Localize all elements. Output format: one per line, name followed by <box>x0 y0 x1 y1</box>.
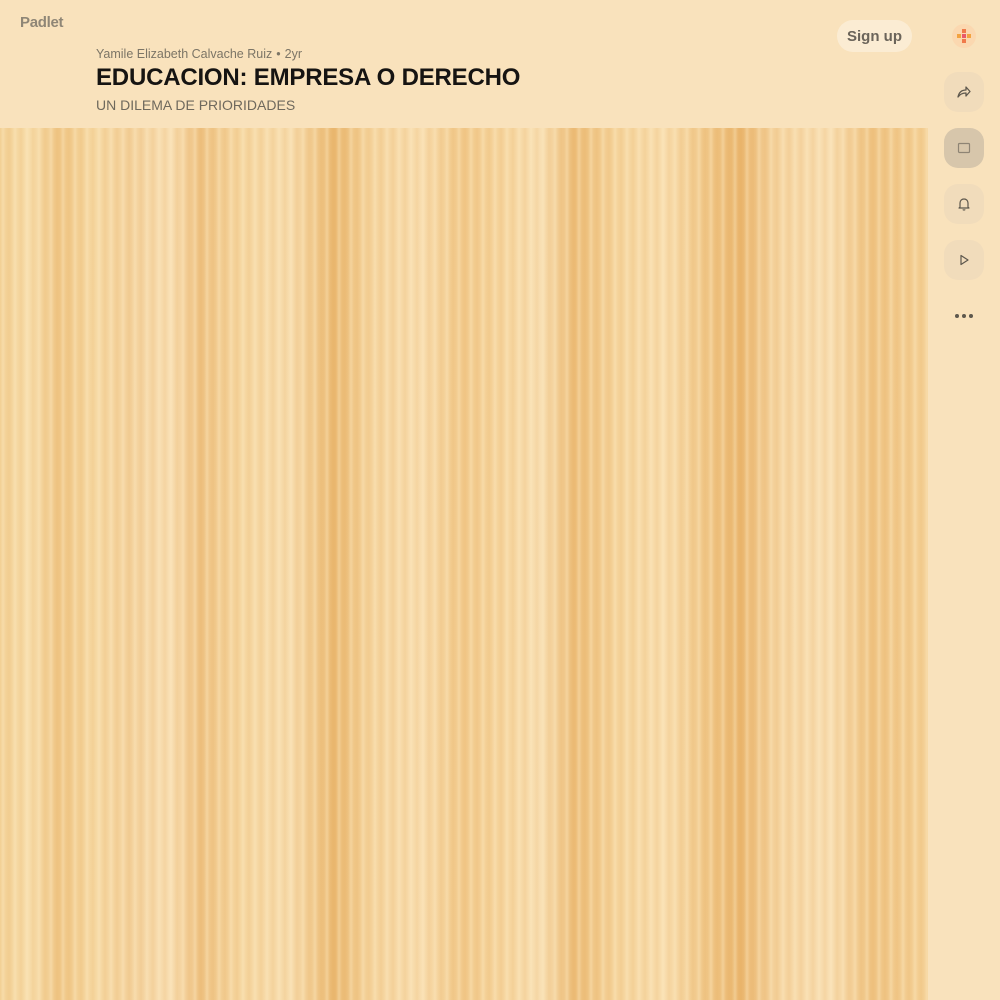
notifications-button[interactable] <box>944 184 984 224</box>
remake-button[interactable] <box>944 128 984 168</box>
play-icon <box>960 254 969 266</box>
remake-icon <box>957 142 971 154</box>
board-subtitle: UN DILEMA DE PRIORIDADES <box>96 97 296 113</box>
share-button[interactable] <box>944 72 984 112</box>
padlet-page: Padlet Yamile Elizabeth Calvache Ruiz • 2y… <box>0 0 1000 1000</box>
user-avatar-icon[interactable] <box>952 24 976 48</box>
slideshow-button[interactable] <box>944 240 984 280</box>
post-age: 2yr <box>284 47 303 61</box>
board-meta: Yamile Elizabeth Calvache Ruiz • 2yr <box>96 47 302 61</box>
board-header: Padlet Yamile Elizabeth Calvache Ruiz • 2y… <box>0 0 928 128</box>
more-options-button[interactable] <box>944 296 984 336</box>
author-name[interactable]: Yamile Elizabeth Calvache Ruiz <box>96 47 272 61</box>
meta-separator: • <box>276 47 281 61</box>
more-icon <box>955 314 973 318</box>
wall-board-canvas[interactable] <box>0 128 928 1000</box>
padlet-flower-icon <box>957 29 971 43</box>
board-title: EDUCACION: EMPRESA O DERECHO <box>96 64 521 91</box>
share-icon <box>957 86 971 98</box>
padlet-logo[interactable]: Padlet <box>20 14 64 31</box>
bell-icon <box>958 198 970 211</box>
sign-up-button[interactable]: Sign up <box>837 20 912 52</box>
